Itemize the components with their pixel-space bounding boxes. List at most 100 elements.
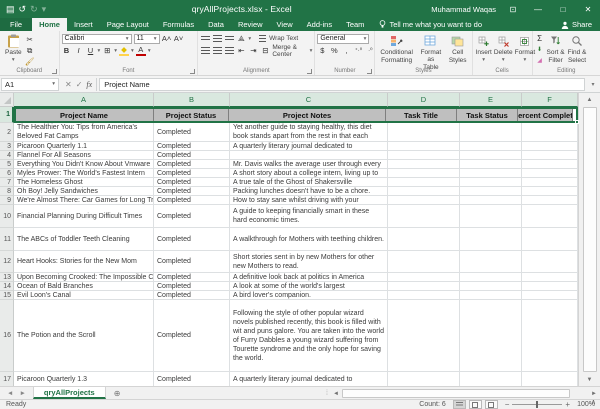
scroll-right-icon[interactable]: ► — [588, 391, 600, 397]
copy-icon[interactable]: ⧉ — [25, 46, 35, 56]
increase-decimal-icon[interactable]: ⁺·⁰ — [353, 46, 363, 56]
scroll-left-icon[interactable]: ◄ — [330, 391, 342, 397]
cell-E8[interactable] — [460, 187, 522, 196]
cell-F9[interactable] — [522, 196, 578, 205]
cell-E3[interactable] — [460, 142, 522, 151]
sheet-tab-qryallprojects[interactable]: qryAllProjects — [33, 387, 106, 399]
cell-B12[interactable]: Completed — [154, 251, 230, 273]
horizontal-scroll-thumb[interactable] — [342, 389, 570, 398]
row-number-7[interactable]: 7 — [0, 178, 14, 187]
column-header-a[interactable]: A — [14, 93, 154, 107]
row-number-17[interactable]: 17 — [0, 372, 14, 386]
cell-E1[interactable]: Task Status — [456, 107, 518, 123]
align-top-icon[interactable] — [200, 34, 210, 44]
cell-F10[interactable] — [522, 205, 578, 228]
cell-D16[interactable] — [388, 300, 460, 372]
zoom-slider-thumb[interactable] — [536, 401, 538, 408]
tab-view[interactable]: View — [270, 18, 300, 31]
cell-E5[interactable] — [460, 160, 522, 169]
cell-D5[interactable] — [388, 160, 460, 169]
row-number-3[interactable]: 3 — [0, 142, 14, 151]
close-icon[interactable]: ✕ — [580, 5, 596, 14]
cell-B14[interactable]: Completed — [154, 282, 230, 291]
cell-D10[interactable] — [388, 205, 460, 228]
cell-F5[interactable] — [522, 160, 578, 169]
number-format-select[interactable]: General▾ — [317, 34, 369, 44]
cell-B7[interactable]: Completed — [154, 178, 230, 187]
cell-F16[interactable] — [522, 300, 578, 372]
cell-F8[interactable] — [522, 187, 578, 196]
cell-E10[interactable] — [460, 205, 522, 228]
tab-home[interactable]: Home — [32, 18, 67, 31]
ribbon-display-options-icon[interactable]: ⊡ — [505, 5, 521, 14]
cell-F2[interactable] — [522, 123, 578, 142]
cell-A6[interactable]: Myles Prower: The World's Fastest Intern — [14, 169, 154, 178]
tab-add-ins[interactable]: Add-ins — [300, 18, 339, 31]
cell-A3[interactable]: Picaroon Quarterly 1.1 — [14, 142, 154, 151]
minimize-icon[interactable]: — — [530, 5, 546, 14]
borders-icon[interactable]: ⊞ — [102, 46, 112, 56]
font-color-icon[interactable]: A — [136, 46, 146, 56]
tab-insert[interactable]: Insert — [67, 18, 100, 31]
row-number-14[interactable]: 14 — [0, 282, 14, 291]
decrease-indent-icon[interactable]: ⇤ — [236, 46, 246, 56]
cell-E9[interactable] — [460, 196, 522, 205]
maximize-icon[interactable]: □ — [555, 5, 571, 14]
column-header-b[interactable]: B — [154, 93, 230, 107]
align-middle-icon[interactable] — [212, 34, 222, 44]
cell-A15[interactable]: Evil Loon's Canal — [14, 291, 154, 300]
cell-D12[interactable] — [388, 251, 460, 273]
row-number-13[interactable]: 13 — [0, 273, 14, 282]
tab-page-layout[interactable]: Page Layout — [100, 18, 156, 31]
zoom-slider[interactable] — [512, 404, 562, 405]
page-layout-view-button[interactable] — [469, 400, 482, 409]
cell-C2[interactable]: Yet another guide to staying healthy, th… — [230, 123, 388, 142]
tab-review[interactable]: Review — [231, 18, 270, 31]
cell-F7[interactable] — [522, 178, 578, 187]
cell-D4[interactable] — [388, 151, 460, 160]
cell-C10[interactable]: A guide to keeping financially smart in … — [230, 205, 388, 228]
column-header-e[interactable]: E — [460, 93, 522, 107]
cell-F1[interactable]: Percent Complete — [517, 107, 573, 123]
cell-E13[interactable] — [460, 273, 522, 282]
cell-A5[interactable]: Everything You Didn't Know About Vmware — [14, 160, 154, 169]
redo-icon[interactable]: ↻ — [30, 5, 38, 14]
cell-F6[interactable] — [522, 169, 578, 178]
cell-A1[interactable]: Project Name — [14, 107, 154, 123]
cell-F12[interactable] — [522, 251, 578, 273]
cell-C16[interactable]: Following the style of other popular wiz… — [230, 300, 388, 372]
cell-C8[interactable]: Packing lunches doesn't have to be a cho… — [230, 187, 388, 196]
cell-E4[interactable] — [460, 151, 522, 160]
cell-D8[interactable] — [388, 187, 460, 196]
cell-B2[interactable]: Completed — [154, 123, 230, 142]
cell-A13[interactable]: Upon Becoming Crooked: The Impossible Ch… — [14, 273, 154, 282]
cell-A4[interactable]: Flannel For All Seasons — [14, 151, 154, 160]
next-sheet-icon[interactable]: ► — [19, 390, 25, 397]
row-number-2[interactable]: 2 — [0, 123, 14, 142]
cell-F17[interactable] — [522, 372, 578, 386]
cell-C1[interactable]: Project Notes — [228, 107, 386, 123]
clipboard-dialog-launcher[interactable] — [52, 69, 57, 74]
align-right-icon[interactable] — [224, 46, 234, 56]
tab-team[interactable]: Team — [339, 18, 371, 31]
cell-C9[interactable]: How to stay sane whilst driving with you… — [230, 196, 388, 205]
bold-button[interactable]: B — [62, 46, 72, 56]
cell-B11[interactable]: Completed — [154, 228, 230, 251]
font-dialog-launcher[interactable] — [190, 69, 195, 74]
cell-B15[interactable]: Completed — [154, 291, 230, 300]
cell-C5[interactable]: Mr. Davis walks the average user through… — [230, 160, 388, 169]
cell-F15[interactable] — [522, 291, 578, 300]
clear-icon[interactable]: ◢ — [535, 56, 545, 66]
tell-me-box[interactable]: Tell me what you want to do — [371, 18, 490, 31]
save-icon[interactable]: ▤ — [6, 5, 15, 14]
normal-view-button[interactable] — [453, 400, 466, 409]
cell-F11[interactable] — [522, 228, 578, 251]
cell-C12[interactable]: Short stories sent in by new Mothers for… — [230, 251, 388, 273]
cell-D17[interactable] — [388, 372, 460, 386]
cell-B8[interactable]: Completed — [154, 187, 230, 196]
cell-F4[interactable] — [522, 151, 578, 160]
increase-indent-icon[interactable]: ⇥ — [248, 46, 258, 56]
user-name[interactable]: Muhammad Waqas — [431, 5, 496, 14]
column-header-d[interactable]: D — [388, 93, 460, 107]
scroll-up-icon[interactable]: ▲ — [579, 93, 600, 106]
